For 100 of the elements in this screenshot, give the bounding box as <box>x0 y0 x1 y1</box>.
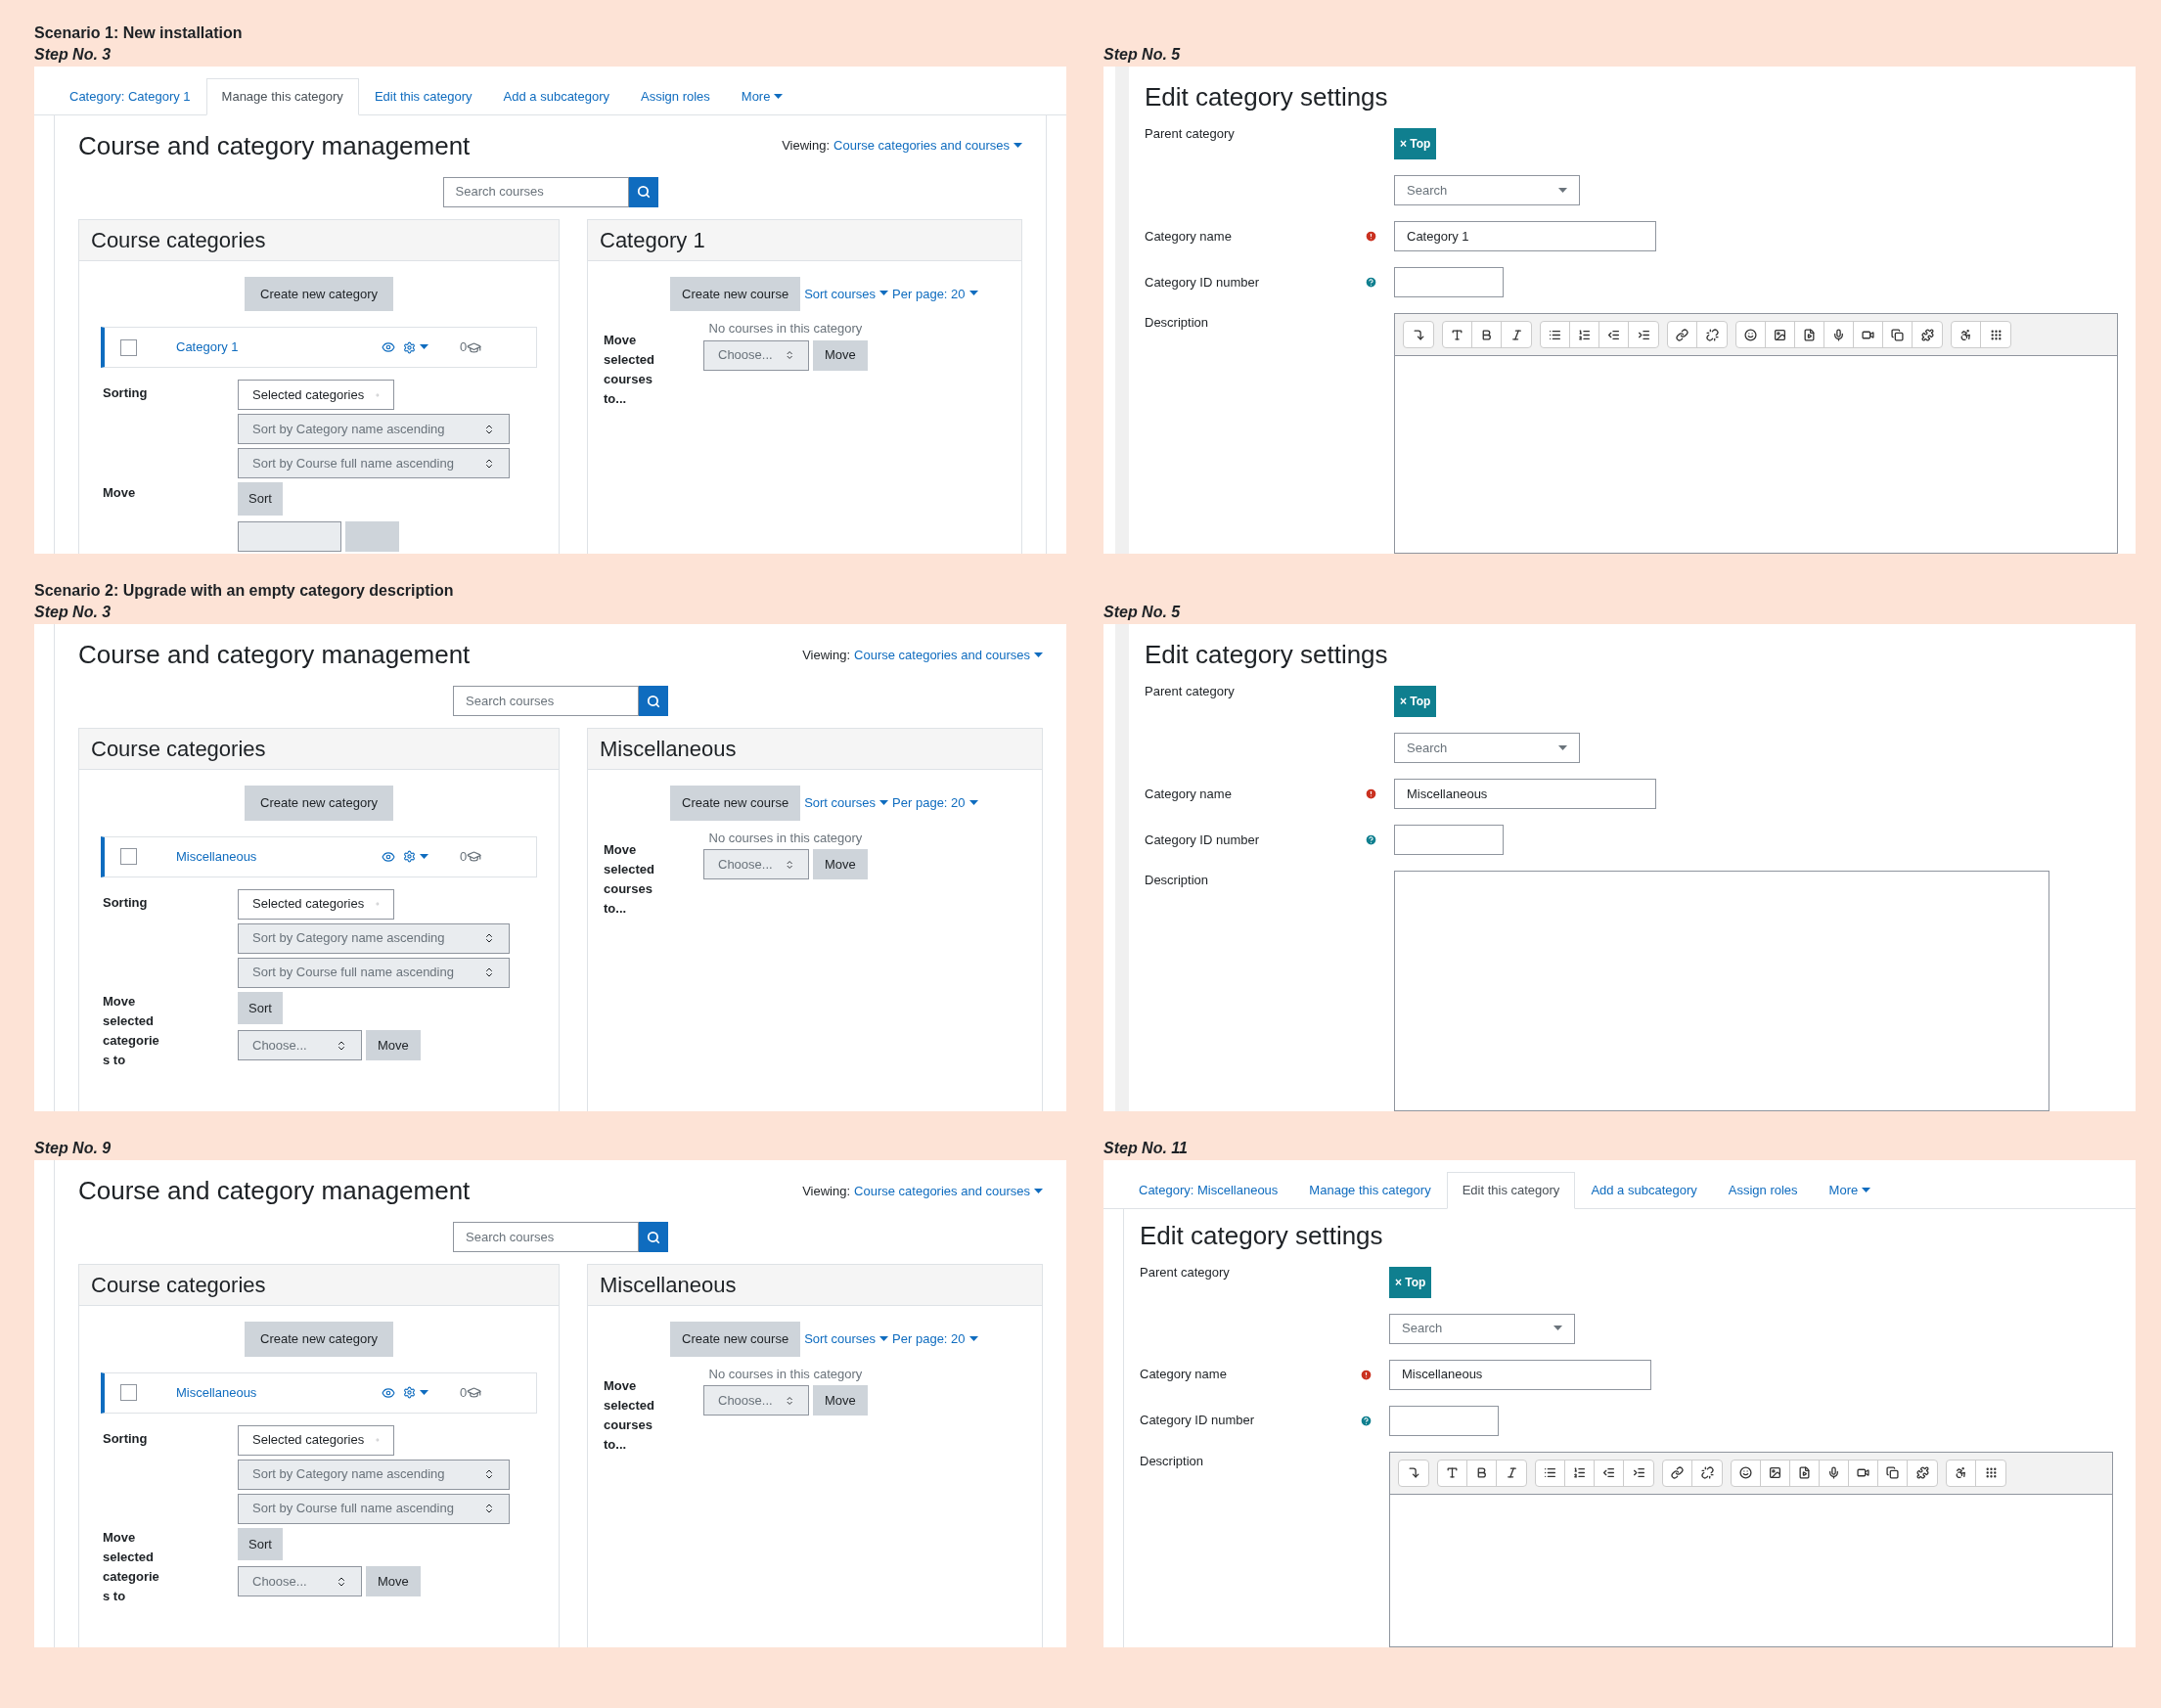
nav-tab[interactable]: More <box>725 78 799 115</box>
nav-tab[interactable]: Manage this category <box>205 78 359 115</box>
font-icon[interactable] <box>1446 1466 1459 1479</box>
puzzle-icon[interactable] <box>1920 328 1934 341</box>
settings-icon[interactable] <box>403 1386 416 1399</box>
sort-select[interactable]: Selected categories <box>238 1424 394 1456</box>
nav-tab[interactable]: Category: Category 1 <box>54 78 206 115</box>
sort-select[interactable]: Sort by Category name ascending <box>238 922 510 954</box>
microphone-icon[interactable] <box>1827 1466 1840 1479</box>
dots-grid-icon[interactable] <box>1984 1466 1998 1479</box>
create-category-button[interactable]: Create new category <box>245 1322 393 1357</box>
sort-button[interactable]: Sort <box>238 482 283 516</box>
eye-icon[interactable] <box>382 340 395 354</box>
checkbox[interactable] <box>120 848 137 865</box>
category-link[interactable]: Miscellaneous <box>176 846 382 867</box>
outdent-icon[interactable] <box>1602 1466 1615 1479</box>
bullet-list-icon[interactable] <box>1544 1466 1556 1479</box>
sort-courses-link[interactable]: Sort courses <box>804 793 889 813</box>
per-page-link[interactable]: Per page: 20 <box>892 793 978 813</box>
microphone-icon[interactable] <box>1832 328 1845 341</box>
media-file-icon[interactable] <box>1803 328 1816 341</box>
move-select[interactable]: Choose... <box>703 339 809 371</box>
return-arrow-icon[interactable] <box>1407 1466 1420 1479</box>
sort-select[interactable]: Sort by Category name ascending <box>238 414 510 444</box>
smiley-icon[interactable] <box>1739 1466 1752 1479</box>
help-icon[interactable] <box>1365 276 1377 289</box>
video-camera-icon[interactable] <box>1857 1466 1869 1479</box>
font-icon[interactable] <box>1451 328 1463 341</box>
create-category-button[interactable]: Create new category <box>245 786 393 821</box>
nav-tab[interactable]: Add a subcategory <box>1575 1172 1713 1209</box>
move-select[interactable]: Choose... <box>238 1030 362 1060</box>
text-field[interactable]: Miscellaneous <box>1389 1359 1651 1390</box>
italic-icon[interactable] <box>1509 328 1523 341</box>
image-icon[interactable] <box>1769 1466 1781 1479</box>
settings-icon[interactable] <box>403 850 416 863</box>
search-button[interactable] <box>628 176 658 207</box>
search-select[interactable]: Search <box>1394 175 1580 205</box>
outdent-icon[interactable] <box>1607 328 1620 341</box>
settings-icon[interactable] <box>403 340 416 354</box>
copy-icon[interactable] <box>1891 328 1904 341</box>
nav-tab[interactable]: More <box>1813 1172 1887 1209</box>
move-button[interactable]: Move <box>813 1385 868 1416</box>
unlink-icon[interactable] <box>1700 1466 1714 1479</box>
nav-tab[interactable]: Assign roles <box>1712 1172 1814 1209</box>
bold-icon[interactable] <box>1475 1466 1488 1479</box>
bold-icon[interactable] <box>1480 328 1493 341</box>
search-button[interactable] <box>639 1222 668 1252</box>
help-icon[interactable] <box>1360 1414 1373 1427</box>
sort-button[interactable]: Sort <box>238 991 283 1024</box>
move-button[interactable]: Move <box>366 1030 421 1060</box>
move-button[interactable]: Move <box>813 849 868 879</box>
category-row[interactable]: Miscellaneous 0 <box>101 835 537 877</box>
move-button[interactable]: Move <box>366 1566 421 1596</box>
category-link[interactable]: Category 1 <box>176 337 382 357</box>
italic-icon[interactable] <box>1505 1466 1518 1479</box>
sort-select[interactable]: Sort by Course full name ascending <box>238 448 510 478</box>
per-page-link[interactable]: Per page: 20 <box>892 284 978 303</box>
search-button[interactable] <box>639 686 668 716</box>
search-select[interactable]: Search <box>1389 1313 1575 1344</box>
move-button[interactable]: Move <box>813 339 868 371</box>
return-arrow-icon[interactable] <box>1412 328 1425 341</box>
checkbox[interactable] <box>120 338 137 356</box>
sort-select[interactable]: Sort by Course full name ascending <box>238 957 510 988</box>
sort-button[interactable]: Sort <box>238 1527 283 1560</box>
category-link[interactable]: Miscellaneous <box>176 1382 382 1403</box>
search-field[interactable]: Search courses <box>453 686 639 716</box>
move-select[interactable] <box>238 520 341 552</box>
search-field[interactable]: Search courses <box>453 1222 639 1252</box>
help-icon[interactable] <box>1365 833 1377 846</box>
indent-icon[interactable] <box>1632 1466 1645 1479</box>
parent-tag-button[interactable]: × Top <box>1394 128 1437 159</box>
indent-icon[interactable] <box>1637 328 1650 341</box>
nav-tab[interactable]: Manage this category <box>1293 1172 1447 1209</box>
eye-icon[interactable] <box>382 1385 395 1400</box>
image-icon[interactable] <box>1774 328 1786 341</box>
puzzle-icon[interactable] <box>1915 1466 1929 1479</box>
viewing-dropdown[interactable]: Course categories and courses <box>833 136 1022 156</box>
category-row[interactable]: Category 1 0 <box>101 327 537 368</box>
parent-tag-button[interactable]: × Top <box>1389 1266 1432 1298</box>
viewing-dropdown[interactable]: Course categories and courses <box>854 645 1043 665</box>
text-field[interactable] <box>1389 1405 1499 1436</box>
unlink-icon[interactable] <box>1705 328 1719 341</box>
smiley-icon[interactable] <box>1744 328 1757 341</box>
eye-icon[interactable] <box>382 849 395 864</box>
create-course-button[interactable]: Create new course <box>670 276 801 311</box>
parent-tag-button[interactable]: × Top <box>1394 686 1437 717</box>
bullet-list-icon[interactable] <box>1549 328 1561 341</box>
text-field[interactable]: Miscellaneous <box>1394 779 1656 809</box>
sort-select[interactable]: Sort by Course full name ascending <box>238 1493 510 1524</box>
search-select[interactable]: Search <box>1394 733 1580 763</box>
accessibility-icon[interactable] <box>1955 1466 1967 1479</box>
nav-tab[interactable]: Category: Miscellaneous <box>1123 1172 1294 1209</box>
search-field[interactable]: Search courses <box>442 176 629 207</box>
media-file-icon[interactable] <box>1798 1466 1811 1479</box>
sort-courses-link[interactable]: Sort courses <box>804 1329 889 1349</box>
nav-tab[interactable]: Edit this category <box>1446 1172 1576 1209</box>
nav-tab[interactable]: Add a subcategory <box>487 78 625 115</box>
nav-tab[interactable]: Assign roles <box>625 78 726 115</box>
link-icon[interactable] <box>1671 1466 1684 1479</box>
text-field[interactable]: Category 1 <box>1394 221 1656 251</box>
